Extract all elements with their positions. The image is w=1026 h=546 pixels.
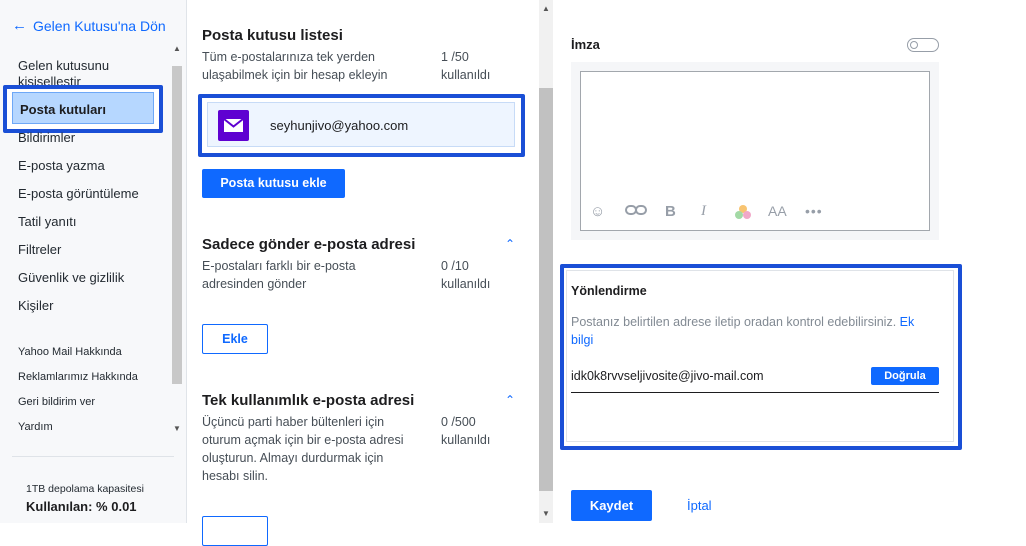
- forwarding-title: Yönlendirme: [571, 284, 647, 298]
- scroll-down-icon[interactable]: ▼: [542, 509, 550, 518]
- italic-icon[interactable]: I: [701, 203, 706, 220]
- forwarding-description: Postanız belirtilen adrese iletip oradan…: [571, 315, 897, 329]
- add-mailbox-button[interactable]: Posta kutusu ekle: [202, 169, 345, 198]
- back-to-inbox-link[interactable]: ← Gelen Kutusu'na Dön: [12, 17, 166, 34]
- add-send-only-button[interactable]: Ekle: [202, 324, 268, 354]
- more-options-icon[interactable]: •••: [805, 203, 823, 219]
- mailbox-list-description: Tüm e-postalarınıza tek yerden ulaşabilm…: [202, 50, 388, 82]
- bold-icon[interactable]: B: [665, 203, 676, 220]
- storage-divider: [12, 456, 174, 457]
- sidebar-item-filters[interactable]: Filtreler: [18, 242, 61, 257]
- sidebar-item-mailboxes-label: Posta kutuları: [20, 102, 106, 117]
- emoji-icon[interactable]: ☺: [590, 203, 605, 220]
- send-only-count-label: kullanıldı: [441, 277, 491, 291]
- footer-link-ads[interactable]: Reklamlarımız Hakkında: [18, 371, 138, 383]
- mailbox-account-email: seyhunjivo@yahoo.com: [270, 118, 409, 133]
- disposable-count-label: kullanıldı: [441, 433, 491, 447]
- signature-title: İmza: [571, 37, 600, 52]
- send-only-description: E-postaları farklı bir e-posta adresinde…: [202, 259, 356, 291]
- send-only-title: Sadece gönder e-posta adresi: [202, 236, 416, 253]
- scroll-down-icon[interactable]: ▼: [173, 424, 181, 433]
- disposable-description: Üçüncü parti haber bültenleri için oturu…: [202, 415, 404, 483]
- forwarding-description-block: Postanız belirtilen adrese iletip oradan…: [571, 313, 936, 349]
- forwarding-email-input[interactable]: idk0k8rvvseljivosite@jivo-mail.com: [571, 369, 764, 383]
- color-palette-icon[interactable]: [734, 204, 752, 225]
- footer-link-about[interactable]: Yahoo Mail Hakkında: [18, 346, 122, 358]
- sidebar-item-compose[interactable]: E-posta yazma: [18, 158, 105, 173]
- font-size-icon[interactable]: AA: [768, 203, 787, 219]
- mailbox-list-count: 1 /50: [441, 50, 469, 64]
- sidebar-item-security[interactable]: Güvenlik ve gizlilik: [18, 270, 124, 285]
- storage-capacity: 1TB depolama kapasitesi: [26, 483, 144, 495]
- verify-button[interactable]: Doğrula: [871, 367, 939, 385]
- footer-link-feedback[interactable]: Geri bildirim ver: [18, 396, 95, 408]
- send-only-count: 0 /10: [441, 259, 469, 273]
- arrow-left-icon: ←: [12, 17, 27, 34]
- mailbox-list-title: Posta kutusu listesi: [202, 27, 343, 44]
- footer-link-help[interactable]: Yardım: [18, 421, 53, 433]
- panel-scrollbar-thumb[interactable]: [539, 88, 553, 491]
- sidebar-item-contacts[interactable]: Kişiler: [18, 298, 53, 313]
- sidebar-item-notifications[interactable]: Bildirimler: [18, 131, 75, 143]
- link-icon[interactable]: [625, 203, 647, 221]
- disposable-title: Tek kullanımlık e-posta adresi: [202, 392, 415, 409]
- sidebar-item-viewing[interactable]: E-posta görüntüleme: [18, 186, 139, 201]
- scroll-up-icon[interactable]: ▲: [542, 4, 550, 13]
- mailbox-list-count-label: kullanıldı: [441, 68, 491, 82]
- save-button[interactable]: Kaydet: [571, 490, 652, 521]
- add-disposable-button[interactable]: [202, 516, 268, 546]
- scroll-up-icon[interactable]: ▲: [173, 44, 181, 53]
- sidebar-scrollbar[interactable]: [172, 66, 182, 384]
- sidebar-item-customize-inbox[interactable]: Gelen kutusunu kişiselleştir: [18, 58, 168, 88]
- signature-toggle-knob: [910, 41, 918, 49]
- yahoo-mail-icon: [218, 110, 249, 141]
- chevron-up-icon[interactable]: ⌃: [505, 237, 515, 251]
- disposable-count: 0 /500: [441, 415, 476, 429]
- sidebar-item-vacation[interactable]: Tatil yanıtı: [18, 214, 77, 229]
- chevron-up-icon[interactable]: ⌃: [505, 393, 515, 407]
- forwarding-input-underline: [571, 392, 939, 393]
- cancel-button[interactable]: İptal: [687, 498, 712, 513]
- back-to-inbox-label: Gelen Kutusu'na Dön: [33, 17, 166, 34]
- storage-usage: Kullanılan: % 0.01: [26, 499, 137, 514]
